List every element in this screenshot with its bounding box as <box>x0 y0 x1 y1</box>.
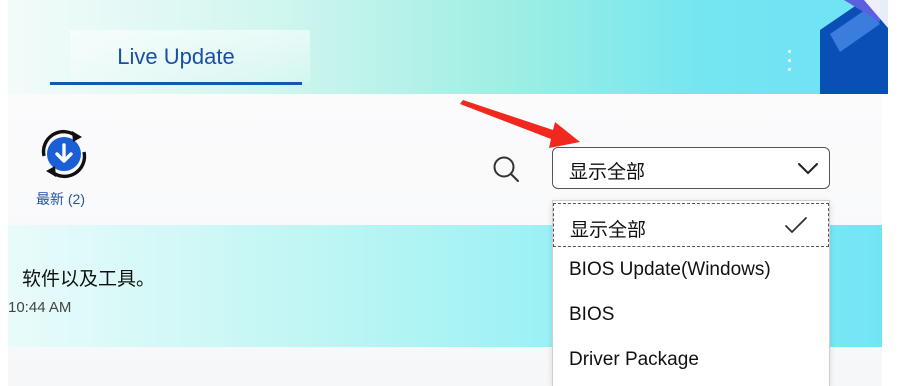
option-label: BIOS <box>569 304 615 325</box>
download-refresh-icon[interactable] <box>36 126 92 182</box>
check-icon <box>785 217 807 233</box>
tab-live-update[interactable]: Live Update <box>50 44 302 70</box>
update-card-time: 10:44 AM <box>8 299 72 316</box>
filter-option-bios[interactable]: BIOS <box>553 293 829 337</box>
update-card-description: 软件以及工具。 <box>22 269 156 290</box>
filter-option-show-all[interactable]: 显示全部 <box>553 203 829 247</box>
filter-select[interactable]: 显示全部 <box>552 147 830 189</box>
filter-option-driver-package[interactable]: Driver Package <box>553 338 829 382</box>
option-label: 显示全部 <box>570 220 647 241</box>
more-vertical-icon[interactable] <box>783 50 795 74</box>
corner-logo-icon <box>820 0 888 94</box>
filter-dropdown-list: 显示全部 BIOS Update(Windows) BIOS Driver Pa… <box>552 200 830 386</box>
filter-select-value: 显示全部 <box>569 162 646 183</box>
search-icon[interactable] <box>491 154 521 184</box>
chevron-down-icon <box>798 163 818 174</box>
latest-updates-label[interactable]: 最新 (2) <box>36 189 85 209</box>
option-label: Driver Package <box>569 349 699 370</box>
option-label: BIOS Update(Windows) <box>569 259 771 280</box>
filter-option-bios-update-windows[interactable]: BIOS Update(Windows) <box>553 248 829 292</box>
tab-active-indicator <box>50 82 302 85</box>
